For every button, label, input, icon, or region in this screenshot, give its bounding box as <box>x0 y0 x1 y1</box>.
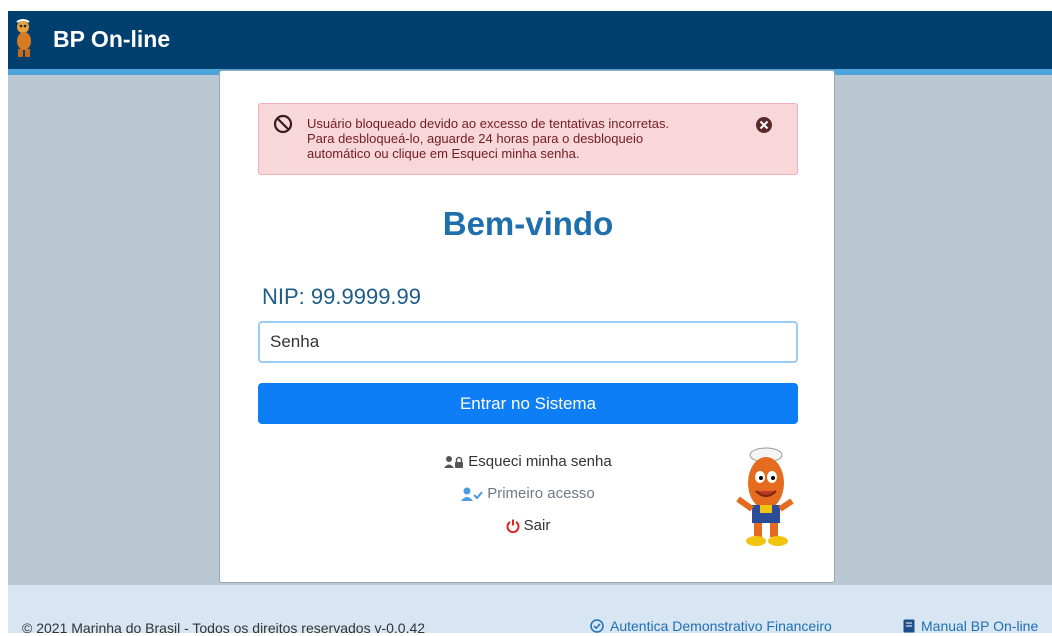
exit-label: Sair <box>523 517 551 534</box>
first-access-label: Primeiro acesso <box>487 485 595 502</box>
alert-line-2: Para desbloqueá-lo, aguarde 24 horas par… <box>307 131 644 146</box>
copyright-text: © 2021 Marinha do Brasil - Todos os dire… <box>22 620 426 636</box>
alert-message: Usuário bloqueado devido ao excesso de t… <box>307 116 737 161</box>
mascot-image <box>736 447 794 546</box>
top-navbar: BP On-line <box>8 11 1052 69</box>
mascot-logo-icon <box>16 19 31 57</box>
login-button[interactable]: Entrar no Sistema <box>258 383 798 424</box>
app-title: BP On-line <box>53 26 171 52</box>
close-icon[interactable] <box>755 116 773 134</box>
book-icon <box>903 619 915 633</box>
check-circle-icon <box>590 619 604 633</box>
login-card: Usuário bloqueado devido ao excesso de t… <box>219 70 835 583</box>
password-input[interactable] <box>258 321 798 363</box>
manual-link[interactable]: Manual BP On-line <box>903 618 1038 634</box>
forgot-password-label: Esqueci minha senha <box>468 453 612 470</box>
nip-label: NIP: 99.9999.99 <box>262 284 422 309</box>
alert-line-3: automático ou clique em Esqueci minha se… <box>307 146 580 161</box>
ban-icon <box>273 114 293 134</box>
power-icon <box>506 519 520 533</box>
manual-label: Manual BP On-line <box>921 618 1039 634</box>
users-lock-icon <box>444 455 464 468</box>
footer: © 2021 Marinha do Brasil - Todos os dire… <box>8 585 1052 636</box>
user-check-icon <box>461 487 483 501</box>
authenticate-statement-link[interactable]: Autentica Demonstrativo Financeiro <box>590 618 832 634</box>
authenticate-statement-label: Autentica Demonstrativo Financeiro <box>610 618 832 634</box>
welcome-heading: Bem-vindo <box>442 205 614 242</box>
alert-line-1: Usuário bloqueado devido ao excesso de t… <box>307 116 670 131</box>
blocked-user-alert: Usuário bloqueado devido ao excesso de t… <box>258 103 798 175</box>
